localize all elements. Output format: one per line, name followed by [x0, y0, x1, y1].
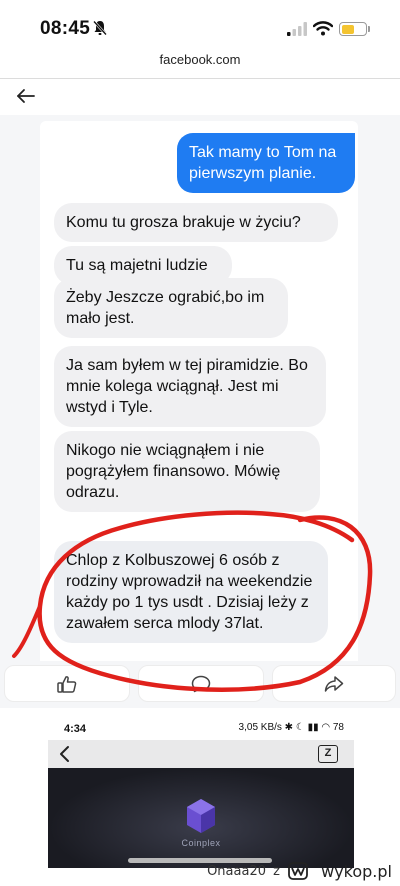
embedded-network-speed: 3,05 KB/s: [238, 722, 282, 733]
battery-icon: [339, 22, 367, 36]
battery-tip: [368, 26, 370, 32]
coinplex-logo-text: Coinplex: [181, 838, 221, 848]
comment-button[interactable]: [138, 665, 264, 702]
chat-conversation: Tak mamy to Tom na pierwszym planie. Kom…: [40, 121, 358, 666]
message-bubble-outgoing: Tak mamy to Tom na pierwszym planie.: [177, 133, 355, 193]
embedded-battery: 78: [332, 722, 344, 733]
coinplex-logo-icon: [187, 799, 215, 833]
embedded-status-bar: 4:34 3,05 KB/s ✱ ☾ ▮▮ ◠ 78: [48, 718, 354, 740]
silent-mode-icon: [93, 20, 107, 36]
back-arrow-icon[interactable]: [16, 87, 36, 105]
like-button[interactable]: [4, 665, 130, 702]
thumbs-up-icon: [57, 675, 77, 693]
battery-level-fill: [341, 24, 355, 34]
separator: [0, 708, 400, 718]
status-bar: 08:45: [0, 0, 400, 52]
message-bubble: Żeby Jeszcze ograbić,bo im mało jest.: [54, 278, 288, 338]
watermark-user: Onaaa20: [207, 864, 266, 879]
embedded-nav-bar: Z: [48, 740, 354, 768]
message-bubble: Chlop z Kolbuszowej 6 osób z rodziny wpr…: [54, 541, 328, 643]
clock: 08:45: [40, 18, 91, 39]
embedded-back-icon[interactable]: [58, 745, 72, 763]
share-button[interactable]: [272, 665, 396, 702]
reaction-bar: [0, 661, 400, 708]
home-indicator: [128, 858, 272, 863]
embedded-status-indicators: 3,05 KB/s ✱ ☾ ▮▮ ◠ 78: [238, 722, 344, 733]
message-bubble: Komu tu grosza brakuje w życiu?: [54, 203, 338, 242]
cellular-signal-icon: [287, 22, 307, 36]
navigation-bar: [0, 79, 400, 115]
coinplex-banner: Coinplex: [48, 768, 354, 868]
post-image[interactable]: Tak mamy to Tom na pierwszym planie. Kom…: [0, 115, 400, 708]
share-icon: [324, 675, 344, 692]
comment-icon: [191, 675, 211, 692]
message-bubble: Nikogo nie wciągnąłem i nie pogrążyłem f…: [54, 431, 320, 512]
wykop-logo-icon: [288, 862, 308, 880]
embedded-clock: 4:34: [64, 723, 87, 735]
watermark-site: wykop.pl: [321, 862, 392, 881]
embedded-app-icon[interactable]: Z: [318, 745, 338, 763]
wifi-icon: [313, 21, 333, 36]
message-bubble: Ja sam byłem w tej piramidzie. Bo mnie k…: [54, 346, 326, 427]
embedded-app-screenshot[interactable]: 4:34 3,05 KB/s ✱ ☾ ▮▮ ◠ 78 Z Coinplex: [48, 718, 354, 868]
url-bar[interactable]: facebook.com: [0, 52, 400, 78]
watermark-separator: z: [273, 864, 280, 879]
